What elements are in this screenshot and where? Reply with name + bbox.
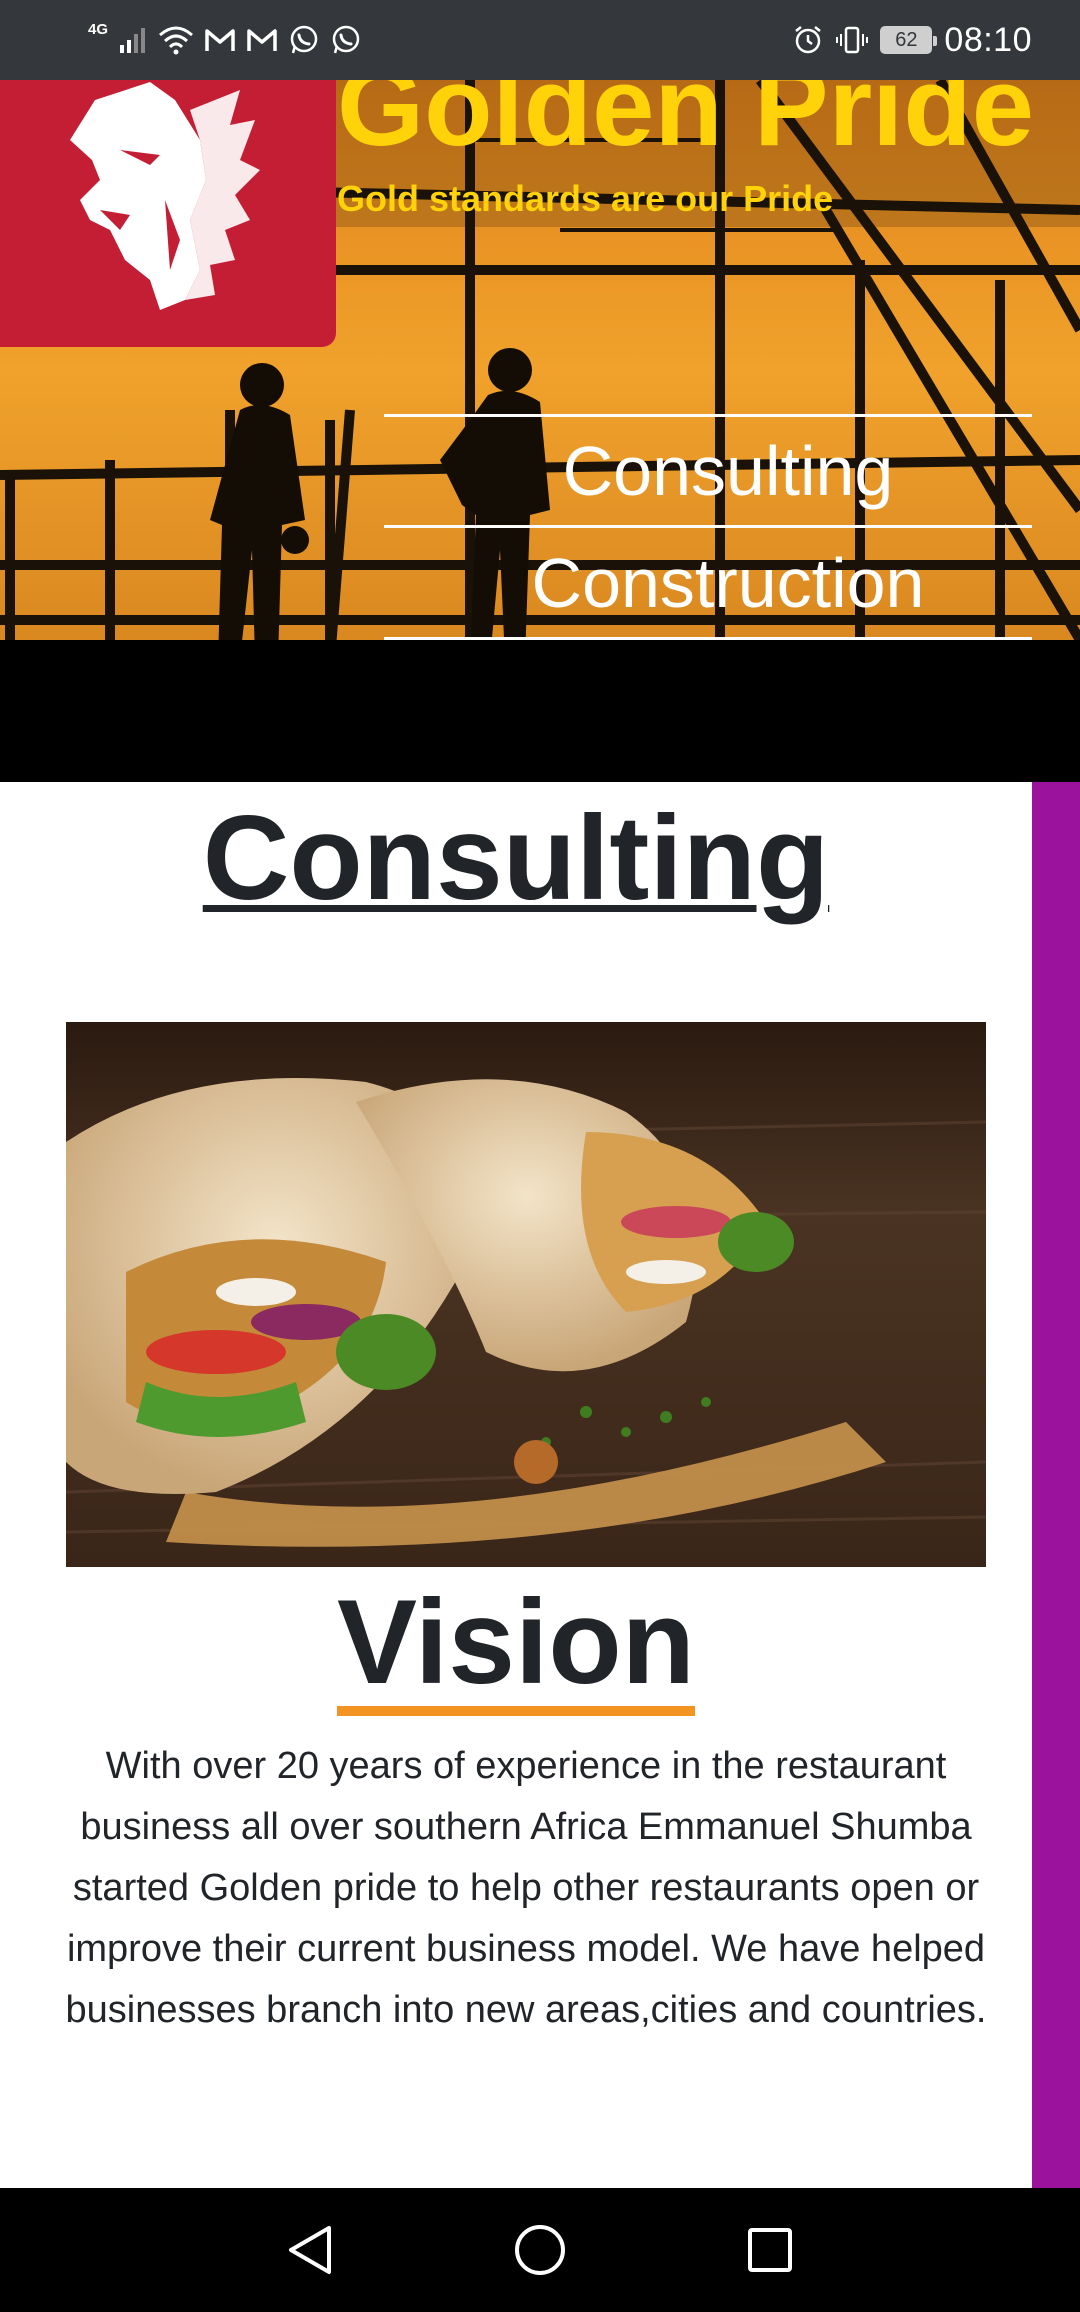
nav-divider bbox=[384, 637, 1032, 640]
side-accent-bar bbox=[1032, 782, 1080, 2188]
home-icon bbox=[515, 2225, 565, 2275]
hero-banner: Golden Pride Gold standards are our Prid… bbox=[0, 80, 1080, 782]
nav-link-construction[interactable]: Construction bbox=[384, 528, 1032, 638]
battery-icon: 62 bbox=[880, 26, 938, 54]
signal-icon bbox=[120, 28, 146, 53]
status-left-group: 4G bbox=[88, 18, 362, 62]
battery-level: 62 bbox=[895, 28, 918, 51]
nav-link-consulting[interactable]: Consulting bbox=[384, 416, 1032, 526]
lion-head-logo-icon bbox=[70, 82, 260, 310]
gmail-icon bbox=[247, 29, 277, 51]
clock: 08:10 bbox=[944, 20, 1032, 59]
status-bar: 4G 62 08:10 bbox=[0, 0, 1080, 80]
vision-paragraph: With over 20 years of experience in the … bbox=[65, 1745, 987, 2031]
brand-title: Golden Pride bbox=[337, 80, 1034, 169]
back-button[interactable] bbox=[278, 2218, 342, 2282]
vision-heading-text: Vision bbox=[337, 1582, 695, 1716]
system-nav-bar bbox=[0, 2188, 1080, 2312]
home-button[interactable] bbox=[508, 2218, 572, 2282]
recents-button[interactable] bbox=[738, 2218, 802, 2282]
food-wraps-image bbox=[66, 1022, 986, 1567]
wifi-icon bbox=[159, 26, 194, 55]
recents-icon bbox=[748, 2228, 792, 2272]
vibrate-icon bbox=[836, 26, 869, 54]
services-nav: Consulting Construction bbox=[384, 414, 1032, 640]
whatsapp-icon bbox=[290, 25, 318, 54]
alarm-icon bbox=[795, 26, 822, 54]
main-content: Consulting Vision With over 20 years of … bbox=[0, 782, 1032, 2188]
brand-tagline: Gold standards are our Pride bbox=[337, 178, 834, 219]
network-type: 4G bbox=[88, 21, 109, 38]
food-wraps-photo-icon bbox=[66, 1022, 986, 1567]
logo[interactable] bbox=[0, 80, 336, 347]
status-right-group: 62 08:10 bbox=[792, 18, 1032, 62]
gmail-icon bbox=[205, 29, 235, 51]
whatsapp-icon bbox=[332, 25, 360, 54]
section-heading-vision: Vision bbox=[0, 1582, 1032, 1716]
section-heading-consulting: Consulting bbox=[202, 791, 830, 925]
back-icon bbox=[289, 2226, 331, 2274]
